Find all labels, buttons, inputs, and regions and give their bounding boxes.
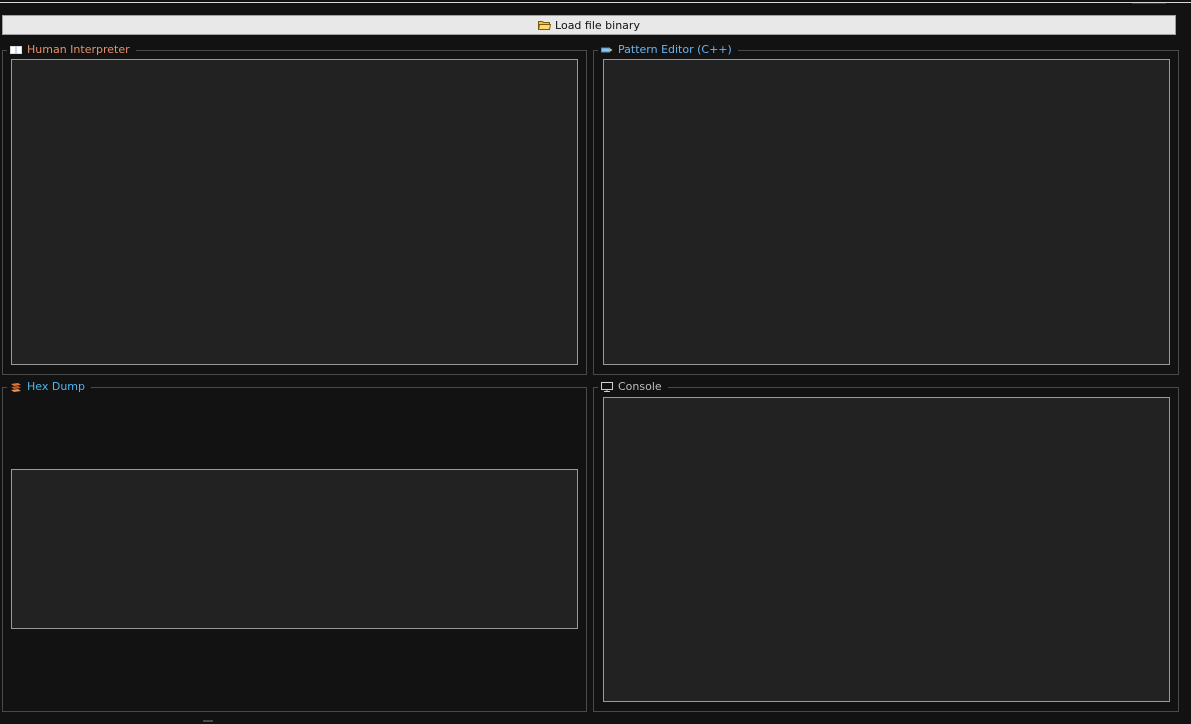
- pattern-editor-group: Pattern Editor (C++): [593, 43, 1179, 375]
- load-file-binary-button[interactable]: Load file binary: [2, 15, 1176, 35]
- console-textarea[interactable]: [603, 397, 1170, 702]
- hex-dump-textarea[interactable]: [11, 469, 578, 629]
- hex-dump-title: Hex Dump: [7, 380, 91, 394]
- stack-icon: [10, 382, 22, 392]
- hex-dump-label: Hex Dump: [27, 380, 85, 393]
- human-interpreter-title: Human Interpreter: [7, 43, 136, 57]
- pattern-editor-title: Pattern Editor (C++): [598, 43, 738, 57]
- hex-dump-group: Hex Dump: [2, 380, 587, 712]
- pattern-editor-label: Pattern Editor (C++): [618, 43, 732, 56]
- human-interpreter-group: Human Interpreter: [2, 43, 587, 375]
- book-icon: [10, 45, 22, 55]
- console-title: Console: [598, 380, 668, 394]
- console-label: Console: [618, 380, 662, 393]
- folder-icon: [538, 20, 552, 30]
- bottom-edge-mark: [203, 720, 213, 722]
- app-window: Load file binary Human Interpreter Patte: [0, 0, 1191, 724]
- load-file-binary-label: Load file binary: [555, 18, 640, 32]
- window-top-border: [0, 2, 1191, 3]
- monitor-icon: [601, 382, 613, 392]
- pencil-icon: [601, 45, 613, 55]
- human-interpreter-textarea[interactable]: [11, 59, 578, 365]
- window-top-notch: [1132, 3, 1166, 4]
- human-interpreter-label: Human Interpreter: [27, 43, 130, 56]
- console-group: Console: [593, 380, 1179, 712]
- pattern-editor-textarea[interactable]: [603, 59, 1170, 365]
